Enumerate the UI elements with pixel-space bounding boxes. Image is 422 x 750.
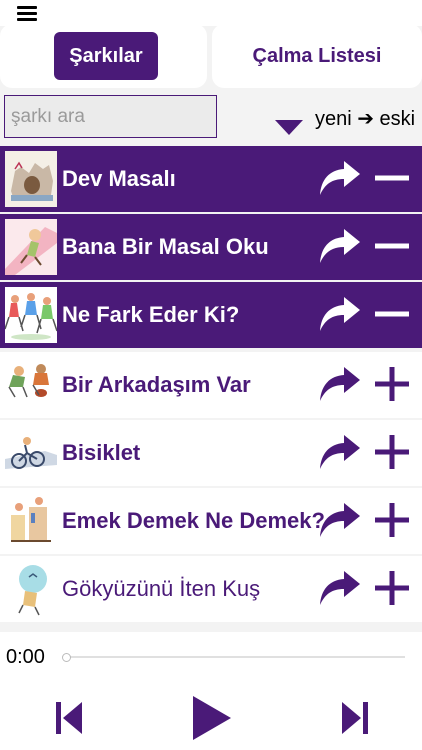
progress-track[interactable] (65, 656, 405, 658)
share-icon[interactable] (318, 432, 362, 472)
song-row[interactable]: Ne Fark Eder Ki? (0, 282, 422, 348)
plus-icon[interactable] (374, 502, 410, 538)
tab-playlist[interactable]: Çalma Listesi (212, 24, 422, 88)
song-thumbnail (5, 151, 57, 207)
hamburger-menu-icon[interactable] (17, 6, 37, 21)
share-icon[interactable] (318, 364, 362, 404)
song-thumbnail (5, 493, 57, 549)
song-row[interactable]: Bir Arkadaşım Var (0, 352, 422, 418)
top-bar (0, 0, 422, 26)
plus-icon[interactable] (374, 434, 410, 470)
play-icon[interactable] (191, 694, 233, 747)
next-track-icon[interactable] (340, 700, 370, 741)
song-title: Emek Demek Ne Demek? (62, 508, 325, 533)
minus-icon[interactable] (374, 160, 410, 196)
minus-icon[interactable] (374, 228, 410, 264)
plus-icon[interactable] (374, 570, 410, 606)
sort-dropdown-icon[interactable] (275, 120, 303, 135)
search-input[interactable] (4, 95, 217, 138)
tab-songs[interactable]: Şarkılar (54, 32, 158, 80)
tab-songs-card: Şarkılar (0, 24, 207, 88)
tab-playlist-card: Çalma Listesi (212, 24, 422, 88)
plus-icon[interactable] (374, 366, 410, 402)
song-row[interactable]: Gökyüzünü İten Kuş (0, 556, 422, 622)
previous-track-icon[interactable] (54, 700, 84, 741)
song-row[interactable]: Emek Demek Ne Demek? (0, 488, 422, 554)
share-icon[interactable] (318, 158, 362, 198)
song-thumbnail (5, 287, 57, 343)
elapsed-time: 0:00 (6, 646, 45, 668)
share-icon[interactable] (318, 294, 362, 334)
song-title: Ne Fark Eder Ki? (62, 302, 240, 327)
song-title: Bir Arkadaşım Var (62, 372, 251, 397)
progress-handle[interactable] (62, 653, 71, 662)
tab-bar: Şarkılar Çalma Listesi (0, 24, 422, 88)
song-title: Bisiklet (62, 440, 141, 465)
share-icon[interactable] (318, 226, 362, 266)
song-row[interactable]: Dev Masalı (0, 146, 422, 212)
audio-player: 0:00 (0, 632, 422, 750)
song-thumbnail (5, 425, 57, 481)
song-thumbnail (5, 219, 57, 275)
song-row[interactable]: Bana Bir Masal Oku (0, 214, 422, 280)
sort-order-label[interactable]: yeni ➔ eski (315, 106, 415, 131)
song-thumbnail (5, 357, 57, 413)
minus-icon[interactable] (374, 296, 410, 332)
share-icon[interactable] (318, 568, 362, 608)
song-row[interactable]: Bisiklet (0, 420, 422, 486)
share-icon[interactable] (318, 500, 362, 540)
song-thumbnail (5, 561, 57, 617)
song-title: Dev Masalı (62, 166, 176, 191)
song-title: Bana Bir Masal Oku (62, 234, 269, 259)
song-title: Gökyüzünü İten Kuş (62, 576, 261, 601)
